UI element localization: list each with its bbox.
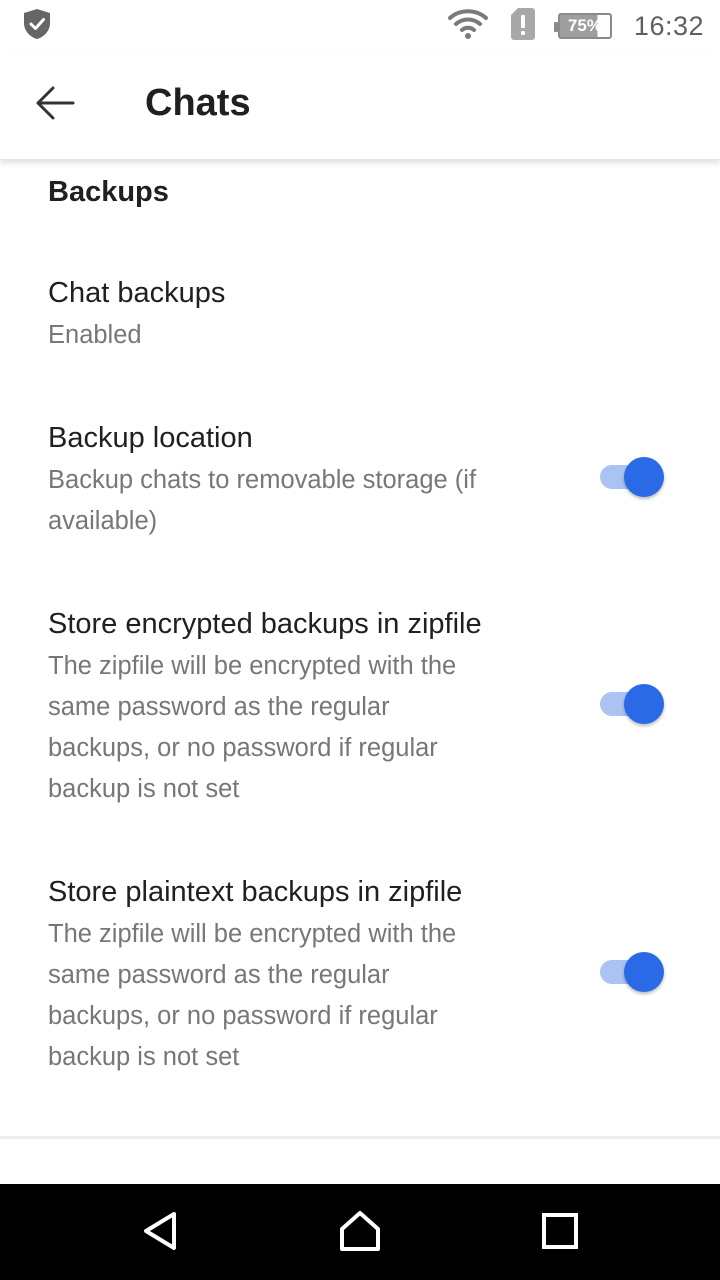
- nav-back-button[interactable]: [120, 1198, 200, 1268]
- pref-backup-location[interactable]: Backup location Backup chats to removabl…: [48, 419, 668, 542]
- battery-icon: 75%: [553, 13, 612, 39]
- store-encrypted-zip-switch[interactable]: [600, 683, 664, 725]
- pref-text: Store encrypted backups in zipfile The z…: [48, 605, 548, 810]
- pref-summary: Backup chats to removable storage (if av…: [48, 466, 477, 535]
- pref-title: Store plaintext backups in zipfile: [48, 876, 463, 908]
- arrow-back-icon: [35, 85, 75, 126]
- wifi-icon: [447, 8, 488, 45]
- section-header-backups: Backups: [48, 176, 169, 208]
- pref-text: Backup location Backup chats to removabl…: [48, 419, 548, 542]
- battery-level: 75%: [567, 16, 602, 35]
- sim-alert-icon: [510, 7, 536, 46]
- back-button[interactable]: [20, 72, 90, 138]
- shield-icon: [22, 8, 52, 45]
- status-time: 16:32: [633, 10, 704, 41]
- screen: 75% 16:32 Chats Backups Chat backups Ena…: [0, 0, 720, 1280]
- nav-recents-icon: [541, 1212, 579, 1255]
- status-icons: 75% 16:32: [447, 7, 704, 46]
- nav-home-icon: [338, 1210, 382, 1257]
- switch-thumb: [624, 952, 664, 992]
- pref-summary: Enabled: [48, 321, 142, 349]
- pref-title: Chat backups: [48, 277, 226, 309]
- store-plaintext-zip-switch[interactable]: [600, 951, 664, 993]
- switch-thumb: [624, 684, 664, 724]
- pref-store-plaintext-zip[interactable]: Store plaintext backups in zipfile The z…: [48, 873, 668, 1078]
- nav-home-button[interactable]: [320, 1198, 400, 1268]
- navigation-bar: [0, 1184, 720, 1280]
- nav-back-icon: [140, 1210, 180, 1257]
- pref-text: Chat backups Enabled: [48, 274, 668, 356]
- pref-text: Store plaintext backups in zipfile The z…: [48, 873, 548, 1078]
- pref-store-encrypted-zip[interactable]: Store encrypted backups in zipfile The z…: [48, 605, 668, 810]
- pref-title: Store encrypted backups in zipfile: [48, 608, 482, 640]
- page-title: Chats: [145, 82, 251, 124]
- pref-summary: The zipfile will be encrypted with the s…: [48, 920, 457, 1071]
- list-divider: [0, 1136, 720, 1139]
- nav-recents-button[interactable]: [520, 1198, 600, 1268]
- backup-location-switch[interactable]: [600, 456, 664, 498]
- pref-chat-backups[interactable]: Chat backups Enabled: [48, 274, 668, 356]
- status-bar: 75% 16:32: [0, 0, 720, 52]
- pref-summary: The zipfile will be encrypted with the s…: [48, 652, 457, 803]
- switch-thumb: [624, 457, 664, 497]
- app-bar: Chats: [0, 52, 720, 160]
- pref-title: Backup location: [48, 422, 253, 454]
